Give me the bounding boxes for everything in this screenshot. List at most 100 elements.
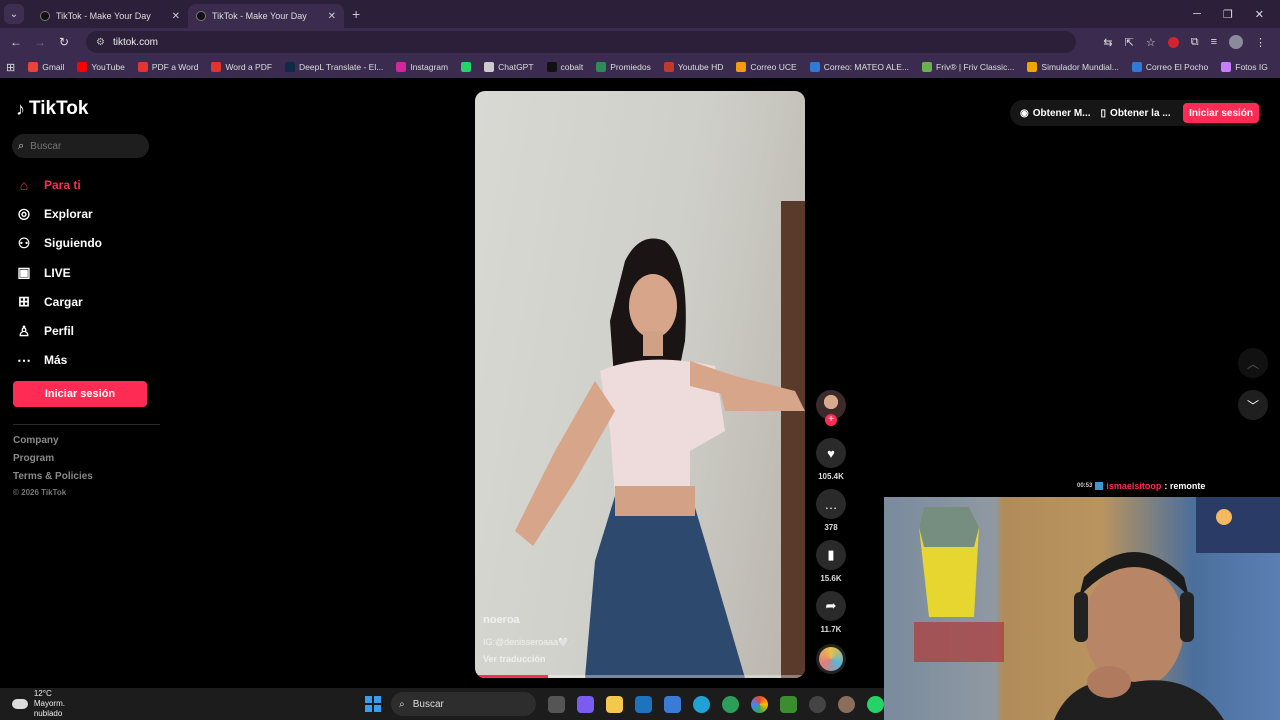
bookmark-item[interactable]: Simulador Mundial... (1027, 62, 1119, 72)
bookmark-item[interactable]: PDF a Word (137, 62, 198, 72)
bookmark-item[interactable]: Correo: MATEO ALE... (809, 62, 909, 72)
back-icon[interactable]: ← (4, 35, 28, 49)
sidebar-item-cargar[interactable]: ⊞ Cargar (16, 287, 102, 316)
windows-start-icon[interactable] (365, 696, 382, 712)
restore-icon[interactable]: ❐ (1223, 8, 1233, 21)
bookmark-icon[interactable]: ▮ (816, 540, 846, 570)
minimize-icon[interactable]: ─ (1193, 8, 1201, 21)
chrome-icon[interactable] (751, 695, 768, 713)
share-icon[interactable]: ➦ (816, 591, 846, 621)
file-explorer-icon[interactable] (606, 695, 623, 713)
bookmarks-bar: ⊞ Gmail YouTube PDF a Word Word a PDF DeepL … (0, 56, 1280, 78)
bookmark-item[interactable]: Promiedos (596, 62, 651, 72)
whatsapp-icon[interactable] (867, 695, 884, 713)
footer-terms-link[interactable]: Terms & Policies (13, 471, 93, 489)
bookmark-label: Simulador Mundial... (1041, 62, 1119, 72)
get-coins-button[interactable]: ◉ Obtener M... (1020, 108, 1091, 119)
bookmark-label: Word a PDF (225, 62, 273, 72)
sidebar-item-perfil[interactable]: ♙ Perfil (16, 316, 102, 345)
url-field[interactable]: ⚙ tiktok.com (86, 31, 1076, 53)
close-tab-icon[interactable]: ✕ (328, 11, 336, 22)
browser-tab-1[interactable]: TikTok - Make Your Day ✕ (32, 4, 188, 28)
forward-icon[interactable]: → (28, 35, 52, 49)
instagram-icon (396, 62, 407, 72)
sidebar-item-live[interactable]: ▣ LIVE (16, 258, 102, 287)
menu-kebab-icon[interactable]: ⋮ (1255, 36, 1266, 49)
outlook-icon[interactable] (635, 695, 652, 713)
taskbar-apps (548, 695, 884, 713)
phone-icon: ▯ (1100, 107, 1107, 119)
bookmark-item[interactable]: Instagram (396, 62, 448, 72)
see-translation-link[interactable]: Ver traducción (483, 654, 546, 664)
sidebar-item-explorar[interactable]: ◎ Explorar (16, 199, 102, 228)
media-controls-icon[interactable]: ≡ (1211, 36, 1217, 48)
bookmark-item[interactable] (461, 62, 472, 72)
footer-program-link[interactable]: Program (13, 453, 93, 471)
follow-plus-icon[interactable]: + (825, 414, 837, 426)
stream-chat-line: 00:53 ismaelsitoop : remonte (1077, 481, 1205, 491)
share-count: 11.7K (820, 625, 842, 634)
close-tab-icon[interactable]: ✕ (172, 11, 180, 22)
creator-avatar[interactable]: + (816, 390, 846, 426)
cobalt-icon (546, 62, 557, 72)
reload-icon[interactable]: ↻ (52, 35, 76, 49)
bookmark-item[interactable]: Gmail (28, 62, 64, 72)
copilot-icon[interactable] (577, 695, 594, 713)
weather-widget[interactable]: 12°C Mayorm. nublado (12, 689, 95, 719)
app-icon[interactable] (722, 695, 739, 713)
translate-icon[interactable]: ⇆ (1103, 36, 1112, 49)
tiktok-logo[interactable]: ♪ TikTok (16, 98, 88, 120)
apps-grid-icon[interactable]: ⊞ (6, 61, 15, 74)
user-avatar-icon[interactable] (838, 695, 855, 713)
login-button[interactable]: Iniciar sesión (13, 381, 147, 407)
new-tab-icon[interactable]: + (352, 6, 360, 22)
store-icon[interactable] (664, 695, 681, 713)
site-info-icon[interactable]: ⚙ (96, 37, 105, 48)
bookmark-item[interactable]: Correo UCE (736, 62, 797, 72)
bookmark-item[interactable]: Friv® | Friv Classic... (922, 62, 1014, 72)
video-player[interactable]: noeroa IG:@denisseroaaa🤍 Ver traducción (475, 91, 805, 678)
next-video-chevron-down-icon[interactable]: ﹀ (1238, 390, 1268, 420)
install-app-icon[interactable]: ⇱ (1125, 36, 1134, 49)
sidebar-divider (13, 424, 160, 425)
bookmark-item[interactable]: YouTube (77, 62, 125, 72)
bookmark-star-icon[interactable]: ☆ (1146, 36, 1156, 49)
comment-icon[interactable]: … (816, 489, 846, 519)
extension-icon[interactable] (1167, 36, 1179, 48)
bookmark-item[interactable]: Youtube HD (663, 62, 723, 72)
minecraft-icon[interactable] (780, 695, 797, 713)
video-progress-bar[interactable] (475, 675, 805, 678)
close-window-icon[interactable]: ✕ (1255, 8, 1264, 21)
browser-tab-2[interactable]: TikTok - Make Your Day ✕ (188, 4, 344, 28)
search-box[interactable]: ⌕ (12, 134, 149, 158)
task-view-icon[interactable] (548, 695, 565, 713)
footer-company-link[interactable]: Company (13, 435, 93, 453)
sidebar-item-siguiendo[interactable]: ⚇ Siguiendo (16, 229, 102, 258)
search-input[interactable] (30, 140, 141, 152)
video-username[interactable]: noeroa (483, 614, 520, 626)
login-top-button[interactable]: Iniciar sesión (1183, 103, 1259, 123)
steam-icon[interactable] (809, 695, 826, 713)
edge-icon[interactable] (693, 695, 710, 713)
bookmark-item[interactable]: cobalt (546, 62, 583, 72)
sidebar-item-label: Perfil (44, 324, 75, 339)
extensions-puzzle-icon[interactable]: ⧉ (1191, 36, 1199, 49)
footer-links: Company Program Terms & Policies (13, 435, 93, 489)
like-count: 105.4K (818, 472, 844, 481)
sidebar-item-para-ti[interactable]: ⌂ Para ti (16, 170, 102, 199)
app-icon (1027, 62, 1038, 72)
taskbar-search[interactable]: ⌕ Buscar (391, 692, 536, 716)
music-disc-icon[interactable] (816, 644, 846, 674)
like-heart-icon[interactable]: ♥ (816, 438, 846, 468)
tab-search-icon[interactable]: ⌄ (4, 4, 24, 24)
sidebar-item-más[interactable]: ⋯ Más (16, 346, 102, 375)
profile-avatar[interactable] (1229, 35, 1243, 49)
chat-message: : remonte (1164, 481, 1206, 491)
previous-video-chevron-up-icon[interactable]: ︿ (1238, 348, 1268, 378)
bookmark-item[interactable]: Fotos IG (1221, 62, 1268, 72)
bookmark-item[interactable]: DeepL Translate - El... (285, 62, 383, 72)
bookmark-item[interactable]: Word a PDF (211, 62, 272, 72)
bookmark-item[interactable]: ChatGPT (484, 62, 534, 72)
get-app-button[interactable]: ▯ Obtener la ... (1101, 108, 1171, 119)
bookmark-item[interactable]: Correo El Pocho (1131, 62, 1208, 72)
